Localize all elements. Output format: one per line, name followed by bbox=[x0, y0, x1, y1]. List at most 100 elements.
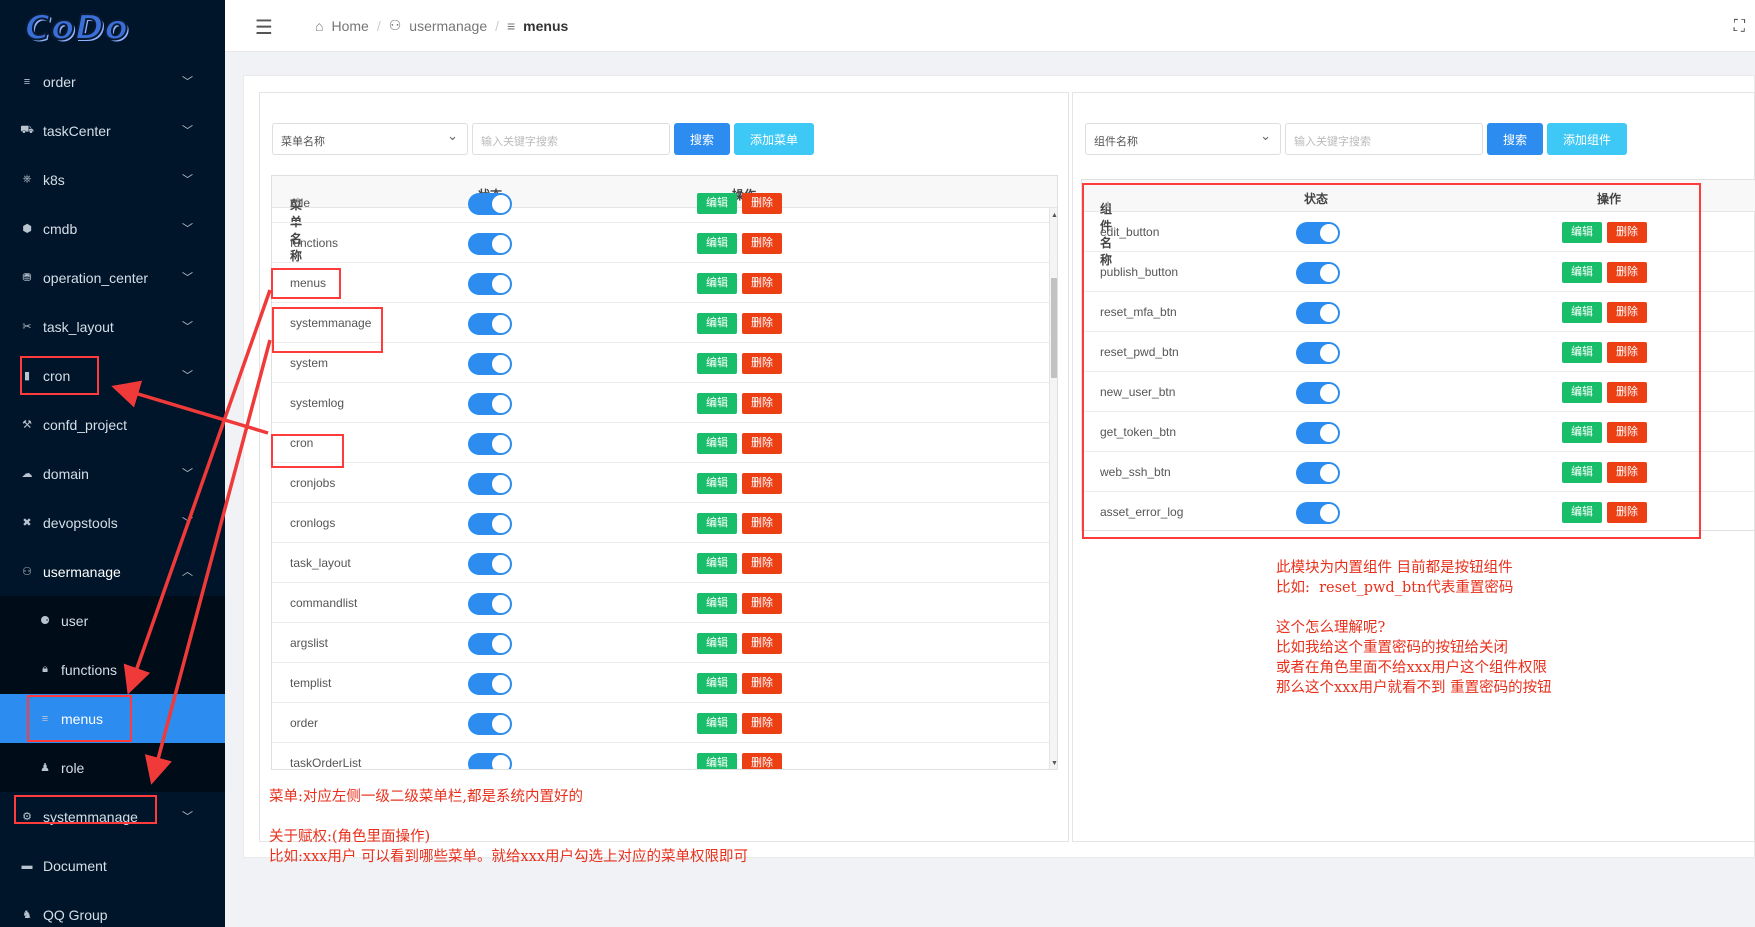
delete-button[interactable]: 删除 bbox=[742, 673, 782, 694]
status-toggle[interactable] bbox=[468, 713, 512, 735]
delete-button[interactable]: 删除 bbox=[742, 593, 782, 614]
edit-button[interactable]: 编辑 bbox=[697, 673, 737, 694]
delete-button[interactable]: 删除 bbox=[742, 433, 782, 454]
edit-button[interactable]: 编辑 bbox=[697, 633, 737, 654]
sidebar-item-confd-project[interactable]: ⚒ confd_project bbox=[0, 400, 225, 449]
menus-search-input[interactable]: 输入关键字搜索 bbox=[472, 123, 670, 155]
delete-button[interactable]: 删除 bbox=[742, 353, 782, 374]
components-field-select[interactable]: 组件名称 bbox=[1085, 123, 1281, 155]
logo[interactable]: CoDo bbox=[24, 7, 150, 52]
chevron-down-icon: ﹀ bbox=[182, 517, 193, 529]
status-toggle[interactable] bbox=[468, 473, 512, 495]
delete-button[interactable]: 删除 bbox=[742, 713, 782, 734]
delete-button[interactable]: 删除 bbox=[742, 753, 782, 769]
delete-button[interactable]: 删除 bbox=[742, 233, 782, 254]
edit-button[interactable]: 编辑 bbox=[697, 273, 737, 294]
sidebar-item-order[interactable]: ≡ order ﹀ bbox=[0, 57, 225, 106]
sidebar-item-task-layout[interactable]: ✂ task_layout ﹀ bbox=[0, 302, 225, 351]
row-name: systemlog bbox=[290, 396, 345, 410]
menus-search-button[interactable]: 搜索 bbox=[674, 123, 730, 155]
sidebar-item-user[interactable]: ⚈ user bbox=[0, 596, 225, 645]
status-toggle[interactable] bbox=[468, 233, 512, 255]
sidebar-item-taskcenter[interactable]: ⛟ taskCenter ﹀ bbox=[0, 106, 225, 155]
status-toggle[interactable] bbox=[468, 753, 512, 769]
k8s-icon: ⎈ bbox=[22, 173, 32, 185]
breadcrumb-current: menus bbox=[523, 17, 569, 34]
sidebar-item-label: functions bbox=[61, 661, 118, 678]
edit-button[interactable]: 编辑 bbox=[697, 753, 737, 769]
status-toggle[interactable] bbox=[468, 433, 512, 455]
edit-button[interactable]: 编辑 bbox=[697, 593, 737, 614]
breadcrumb-home[interactable]: Home bbox=[331, 18, 368, 34]
sidebar-item-document[interactable]: ▬ Document bbox=[0, 841, 225, 890]
delete-button[interactable]: 删除 bbox=[742, 633, 782, 654]
delete-button[interactable]: 删除 bbox=[742, 513, 782, 534]
sidebar-item-label: user bbox=[61, 612, 89, 629]
chevron-up-icon: ︿ bbox=[182, 566, 193, 578]
menus-table-scrollbar[interactable]: ▲ ▼ bbox=[1049, 208, 1057, 769]
status-toggle[interactable] bbox=[468, 273, 512, 295]
table-row: argslist 编辑 删除 bbox=[272, 623, 1057, 663]
edit-button[interactable]: 编辑 bbox=[697, 513, 737, 534]
table-row: cronlogs 编辑 删除 bbox=[272, 503, 1057, 543]
chevron-down-icon: ﹀ bbox=[182, 321, 193, 333]
sidebar-item-devopstools[interactable]: ✖ devopstools ﹀ bbox=[0, 498, 225, 547]
breadcrumb-parent[interactable]: usermanage bbox=[409, 18, 487, 34]
menus-field-select[interactable]: 菜单名称 bbox=[272, 123, 468, 155]
edit-button[interactable]: 编辑 bbox=[697, 233, 737, 254]
sidebar-item-usermanage[interactable]: ⚇ usermanage ︿ bbox=[0, 547, 225, 596]
edit-button[interactable]: 编辑 bbox=[697, 473, 737, 494]
status-toggle[interactable] bbox=[468, 553, 512, 575]
delete-button[interactable]: 删除 bbox=[742, 393, 782, 414]
table-row: systemlog 编辑 删除 bbox=[272, 383, 1057, 423]
table-row: functions 编辑 删除 bbox=[272, 223, 1057, 263]
edit-button[interactable]: 编辑 bbox=[697, 713, 737, 734]
sidebar-item-functions[interactable]: 🔒︎ functions bbox=[0, 645, 225, 694]
delete-button[interactable]: 删除 bbox=[742, 553, 782, 574]
table-row: task_layout 编辑 删除 bbox=[272, 543, 1057, 583]
edit-button[interactable]: 编辑 bbox=[697, 193, 737, 214]
edit-button[interactable]: 编辑 bbox=[697, 353, 737, 374]
home-icon: ⌂ bbox=[315, 17, 324, 34]
delete-button[interactable]: 删除 bbox=[742, 473, 782, 494]
status-toggle[interactable] bbox=[468, 673, 512, 695]
sidebar: CoDo ≡ order ﹀ ⛟ taskCenter ﹀ ⎈ k8s ﹀ ⬢ cmdb ﹀ ⛃ oper… bbox=[0, 0, 225, 927]
sidebar-item-label: devopstools bbox=[43, 514, 118, 531]
annotation-box-cron-row bbox=[271, 434, 344, 468]
hamburger-icon[interactable]: ☰ bbox=[255, 15, 273, 40]
table-row: system 编辑 删除 bbox=[272, 343, 1057, 383]
delete-button[interactable]: 删除 bbox=[742, 273, 782, 294]
add-menu-button[interactable]: 添加菜单 bbox=[734, 123, 814, 155]
delete-button[interactable]: 删除 bbox=[742, 313, 782, 334]
status-toggle[interactable] bbox=[468, 313, 512, 335]
components-search-button[interactable]: 搜索 bbox=[1487, 123, 1543, 155]
edit-button[interactable]: 编辑 bbox=[697, 433, 737, 454]
status-toggle[interactable] bbox=[468, 193, 512, 215]
components-search-input[interactable]: 输入关键字搜索 bbox=[1285, 123, 1483, 155]
edit-button[interactable]: 编辑 bbox=[697, 313, 737, 334]
chevron-down-icon: ﹀ bbox=[182, 223, 193, 235]
fullscreen-icon[interactable]: ⛶ bbox=[1734, 18, 1745, 36]
sidebar-item-k8s[interactable]: ⎈ k8s ﹀ bbox=[0, 155, 225, 204]
annotation-box-systemmanage-nav bbox=[14, 795, 157, 824]
status-toggle[interactable] bbox=[468, 593, 512, 615]
status-toggle[interactable] bbox=[468, 513, 512, 535]
edit-button[interactable]: 编辑 bbox=[697, 553, 737, 574]
sidebar-item-qq-group[interactable]: ♞ QQ Group bbox=[0, 890, 225, 927]
status-toggle[interactable] bbox=[468, 633, 512, 655]
scrollbar-thumb[interactable] bbox=[1051, 278, 1057, 378]
chevron-down-icon: ﹀ bbox=[182, 370, 193, 382]
add-component-button[interactable]: 添加组件 bbox=[1547, 123, 1627, 155]
status-toggle[interactable] bbox=[468, 353, 512, 375]
delete-button[interactable]: 删除 bbox=[742, 193, 782, 214]
edit-button[interactable]: 编辑 bbox=[697, 393, 737, 414]
user-group-icon: ⚈ bbox=[40, 615, 50, 627]
sidebar-item-domain[interactable]: ☁ domain ﹀ bbox=[0, 449, 225, 498]
sidebar-item-operation-center[interactable]: ⛃ operation_center ﹀ bbox=[0, 253, 225, 302]
sidebar-item-role[interactable]: ♟ role bbox=[0, 743, 225, 792]
chevron-down-icon: ﹀ bbox=[182, 174, 193, 186]
list-icon: ≡ bbox=[23, 75, 31, 88]
annotation-box-components-table bbox=[1082, 183, 1701, 539]
sidebar-item-cmdb[interactable]: ⬢ cmdb ﹀ bbox=[0, 204, 225, 253]
status-toggle[interactable] bbox=[468, 393, 512, 415]
